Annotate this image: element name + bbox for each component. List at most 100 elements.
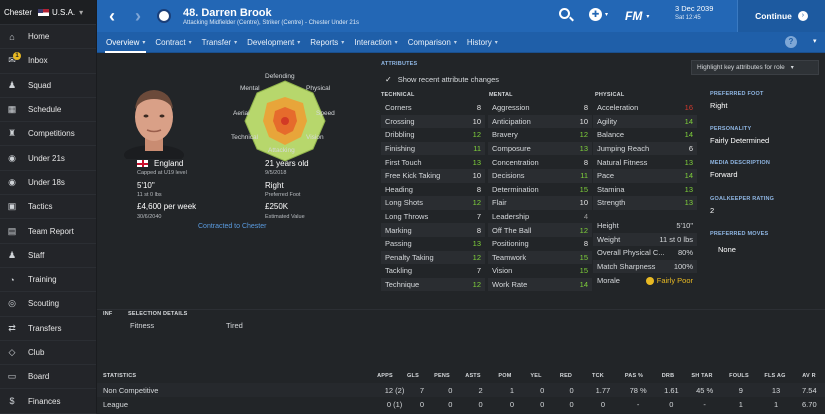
attribute-row[interactable]: Tackling 7: [381, 264, 485, 278]
help-icon[interactable]: ?: [785, 36, 797, 48]
recent-changes-toggle[interactable]: ✓ Show recent attribute changes: [385, 75, 499, 84]
tab-interaction[interactable]: Interaction ▾: [349, 32, 402, 53]
club-selector[interactable]: Chester U.S.A. ▾: [0, 0, 96, 25]
stats-column-header[interactable]: TCK: [581, 373, 615, 379]
stats-column-header[interactable]: POM: [489, 373, 521, 379]
attribute-row[interactable]: Balance 14: [593, 128, 697, 142]
highlight-dropdown[interactable]: Highlight key attributes for role ▾: [691, 60, 819, 75]
sidebar-item-training[interactable]: ◔ Training: [0, 268, 96, 293]
attribute-row[interactable]: Jumping Reach 6: [593, 141, 697, 156]
club-icon: ◇: [8, 347, 16, 357]
attribute-row[interactable]: Teamwork 15: [488, 250, 592, 265]
stats-column-header[interactable]: YEL: [521, 373, 551, 379]
tab-development[interactable]: Development ▾: [242, 32, 305, 53]
stats-column-header[interactable]: AV R: [793, 373, 825, 379]
physical-list: Acceleration 16 Agility 14 Balance 14 Jumping …: [593, 101, 697, 210]
tab-reports[interactable]: Reports ▾: [305, 32, 349, 53]
globe-icon[interactable]: ✚: [589, 8, 602, 21]
sidebar-item-label: Schedule: [28, 105, 62, 115]
physical-header: PHYSICAL: [595, 92, 625, 98]
value-text: £250K: [265, 202, 289, 211]
finances-icon: $: [9, 396, 15, 407]
sidebar-item-board[interactable]: ▭ Board: [0, 365, 96, 390]
tab-transfer[interactable]: Transfer ▾: [197, 32, 243, 53]
more-icon[interactable]: ▾: [813, 37, 817, 45]
sidebar-item-schedule[interactable]: ▦ Schedule: [0, 98, 96, 123]
stats-column-header[interactable]: FOULS: [721, 373, 757, 379]
attribute-row[interactable]: Flair 10: [488, 196, 592, 210]
attribute-row[interactable]: Off The Ball 12: [488, 223, 592, 237]
sidebar-item-finances[interactable]: $ Finances: [0, 389, 96, 414]
club-crest-icon[interactable]: [157, 9, 171, 23]
sidebar: Chester U.S.A. ▾ ⌂ Home ✉ 1 Inbox ♟ Squad ▦ Sche…: [0, 0, 97, 414]
stats-column-header[interactable]: SH TAR: [683, 373, 721, 379]
sidebar-item-competitions[interactable]: ♜ Competitions: [0, 122, 96, 147]
fm-menu[interactable]: FM ▾: [625, 0, 649, 32]
attribute-row[interactable]: Aggression 8: [488, 101, 592, 115]
stats-column-header[interactable]: ASTS: [457, 373, 489, 379]
attribute-row[interactable]: Marking 8: [381, 223, 485, 237]
stats-column-header[interactable]: RED: [551, 373, 581, 379]
continue-button[interactable]: Continue ›: [737, 0, 825, 32]
attribute-row[interactable]: Penalty Taking 12: [381, 250, 485, 265]
sidebar-item-under-18s[interactable]: ◉ Under 18s: [0, 171, 96, 196]
stats-column-header[interactable]: PAS %: [615, 373, 653, 379]
stats-row-name: League: [103, 399, 129, 409]
sidebar-item-tactics[interactable]: ▣ Tactics: [0, 195, 96, 220]
stats-column-header[interactable]: FLS AG: [757, 373, 793, 379]
stats-column-header[interactable]: APPS: [371, 373, 399, 379]
tab-contract[interactable]: Contract ▾: [150, 32, 196, 53]
attribute-row[interactable]: Stamina 13: [593, 183, 697, 197]
sidebar-item-squad[interactable]: ♟ Squad: [0, 74, 96, 98]
attribute-row[interactable]: Composure 13: [488, 141, 592, 156]
attribute-row[interactable]: Leadership 4: [488, 210, 592, 224]
attribute-row[interactable]: Determination 15: [488, 183, 592, 197]
stats-column-header[interactable]: PENS: [427, 373, 457, 379]
attribute-row[interactable]: Bravery 12: [488, 128, 592, 142]
sidebar-item-club[interactable]: ◇ Club: [0, 341, 96, 366]
attribute-row[interactable]: Passing 13: [381, 237, 485, 251]
attribute-row[interactable]: Heading 8: [381, 183, 485, 197]
attribute-row[interactable]: Vision 15: [488, 264, 592, 278]
attribute-row[interactable]: Decisions 11: [488, 168, 592, 183]
contracted-link[interactable]: Contracted to Chester: [198, 223, 266, 230]
attribute-row[interactable]: Pace 14: [593, 168, 697, 183]
attribute-row[interactable]: Strength 13: [593, 196, 697, 210]
sidebar-item-scouting[interactable]: ◎ Scouting: [0, 292, 96, 317]
attribute-row[interactable]: Finishing 11: [381, 141, 485, 156]
attribute-name: Positioning: [492, 239, 529, 249]
sidebar-item-inbox[interactable]: ✉ 1 Inbox: [0, 49, 96, 74]
back-arrow-icon[interactable]: ‹: [109, 6, 115, 27]
tab-overview[interactable]: Overview ▾: [101, 32, 150, 53]
attribute-row[interactable]: First Touch 13: [381, 155, 485, 169]
sidebar-item-staff[interactable]: ♟ Staff: [0, 244, 96, 268]
sidebar-item-home[interactable]: ⌂ Home: [0, 25, 96, 50]
sidebar-item-team-report[interactable]: ▤ Team Report: [0, 219, 96, 244]
attribute-row[interactable]: Anticipation 10: [488, 114, 592, 129]
attribute-row[interactable]: Positioning 8: [488, 237, 592, 251]
tab-label: Development: [247, 37, 295, 47]
forward-arrow-icon[interactable]: ›: [135, 6, 141, 27]
tab-comparison[interactable]: Comparison ▾: [403, 32, 462, 53]
attribute-row[interactable]: Acceleration 16: [593, 101, 697, 115]
attribute-row[interactable]: Long Throws 7: [381, 210, 485, 224]
date-box[interactable]: 3 Dec 2039 Sat 12:45: [675, 4, 713, 21]
attribute-row[interactable]: Dribbling 12: [381, 128, 485, 142]
personality-label: PERSONALITY: [710, 126, 752, 132]
stats-row: League 0 (1) 0 0 0 0 0 0 0 - 0 - 1 1 6.70: [97, 397, 825, 411]
globe-dropdown-icon[interactable]: ▾: [605, 11, 608, 18]
attribute-row[interactable]: Corners 8: [381, 101, 485, 115]
attribute-row[interactable]: Work Rate 14: [488, 277, 592, 292]
attribute-row[interactable]: Free Kick Taking 10: [381, 168, 485, 183]
attribute-row[interactable]: Concentration 8: [488, 155, 592, 169]
sidebar-item-transfers[interactable]: ⇄ Transfers: [0, 317, 96, 341]
attribute-row[interactable]: Technique 12: [381, 277, 485, 292]
attribute-row[interactable]: Long Shots 12: [381, 196, 485, 210]
attribute-row[interactable]: Crossing 10: [381, 114, 485, 129]
sidebar-item-under-21s[interactable]: ◉ Under 21s: [0, 146, 96, 171]
attribute-row[interactable]: Natural Fitness 13: [593, 155, 697, 169]
tab-history[interactable]: History ▾: [462, 32, 503, 53]
stats-column-header[interactable]: DRB: [653, 373, 683, 379]
stats-column-header[interactable]: GLS: [399, 373, 427, 379]
attribute-row[interactable]: Agility 14: [593, 114, 697, 129]
